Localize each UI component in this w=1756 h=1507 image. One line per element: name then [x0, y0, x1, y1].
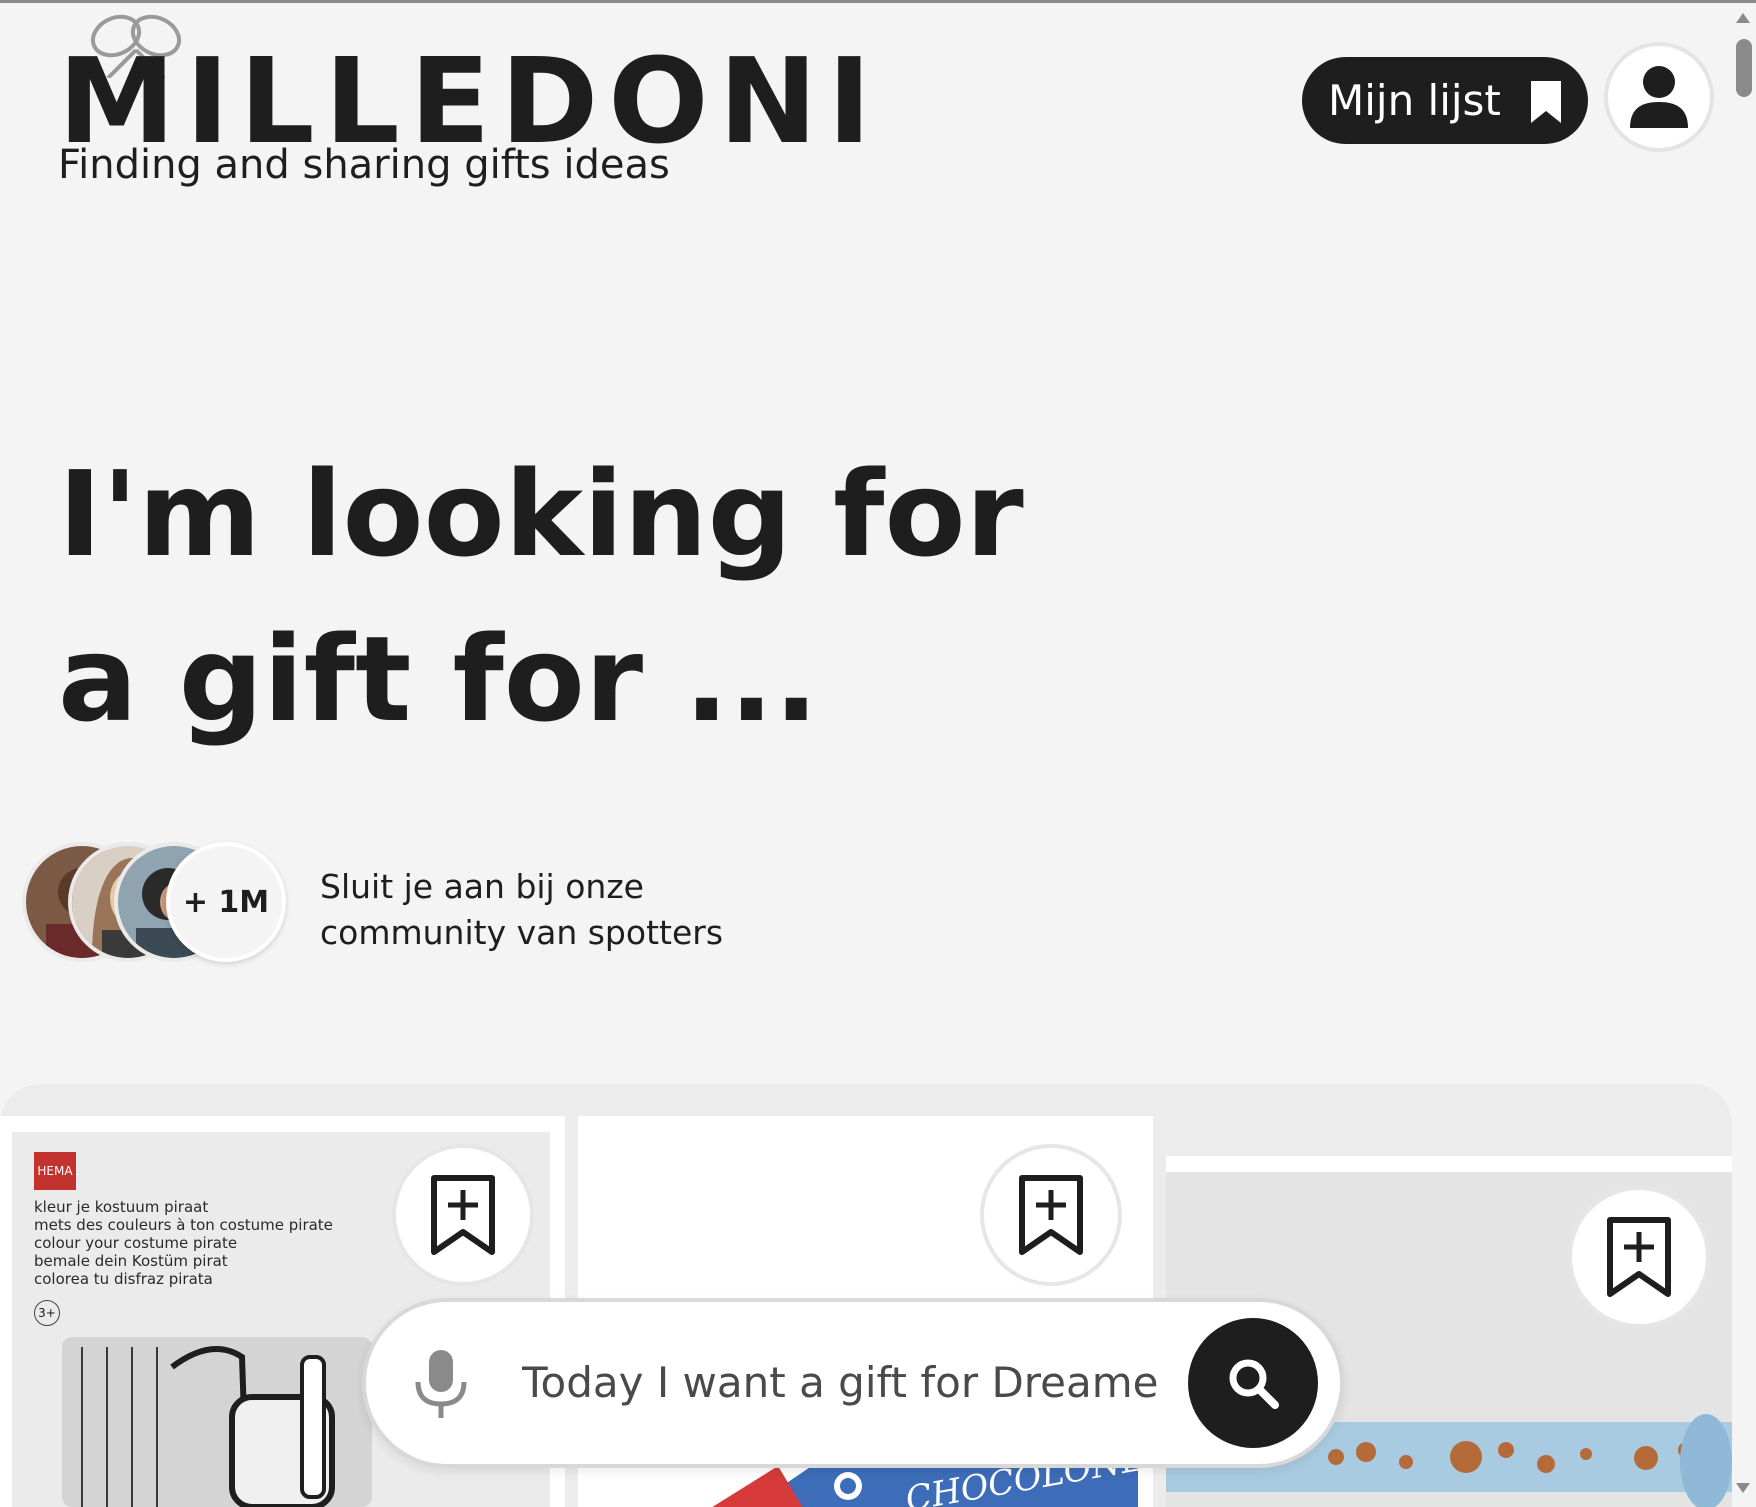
brand-badge: HEMA: [34, 1152, 76, 1190]
my-list-button[interactable]: Mijn lijst: [1302, 57, 1588, 144]
scroll-down-arrow-icon[interactable]: [1736, 1483, 1750, 1493]
save-to-list-button[interactable]: [392, 1144, 534, 1286]
user-account-button[interactable]: [1604, 42, 1714, 152]
scroll-up-arrow-icon[interactable]: [1736, 13, 1750, 23]
microphone-icon[interactable]: [414, 1350, 468, 1420]
scroll-thumb[interactable]: [1736, 39, 1752, 97]
bookmark-plus-icon: [1019, 1175, 1083, 1255]
costume-illustration: [62, 1337, 372, 1507]
save-to-list-button[interactable]: [1568, 1186, 1710, 1328]
search-button[interactable]: [1188, 1318, 1318, 1448]
package-line: bemale dein Kostüm pirat: [34, 1252, 228, 1270]
community-avatars: + 1M: [22, 842, 292, 964]
bookmark-plus-icon: [431, 1175, 495, 1255]
package-line: mets des couleurs à ton costume pirate: [34, 1216, 333, 1234]
community-text-line-1: Sluit je aan bij onze: [320, 867, 644, 906]
package-line: colorea tu disfraz pirata: [34, 1270, 213, 1288]
brand-tagline: Finding and sharing gifts ideas: [58, 142, 670, 188]
bookmark-plus-icon: [1607, 1217, 1671, 1297]
hero-heading-line-1: I'm looking for: [58, 445, 1024, 583]
hero-heading-line-2: a gift for ...: [58, 610, 819, 748]
search-icon: [1229, 1359, 1279, 1409]
community-text: Sluit je aan bij onze community van spot…: [320, 864, 780, 956]
search-input[interactable]: [522, 1346, 1162, 1418]
top-border: [0, 0, 1756, 3]
community-count-badge: + 1M: [166, 842, 286, 962]
page-scrollbar[interactable]: [1732, 3, 1756, 1507]
user-icon: [1630, 66, 1688, 128]
package-line: kleur je kostuum piraat: [34, 1198, 209, 1216]
age-badge: 3+: [34, 1300, 60, 1326]
community-text-line-2: community van spotters: [320, 913, 724, 952]
product-package-text: kleur je kostuum piraat mets des couleur…: [34, 1198, 333, 1288]
my-list-label: Mijn lijst: [1328, 76, 1501, 125]
logo[interactable]: MILLEDONI Finding and sharing gifts idea…: [58, 8, 871, 188]
bookmark-icon: [1531, 81, 1561, 123]
package-line: colour your costume pirate: [34, 1234, 238, 1252]
search-bar: [362, 1298, 1344, 1468]
save-to-list-button[interactable]: [980, 1144, 1122, 1286]
